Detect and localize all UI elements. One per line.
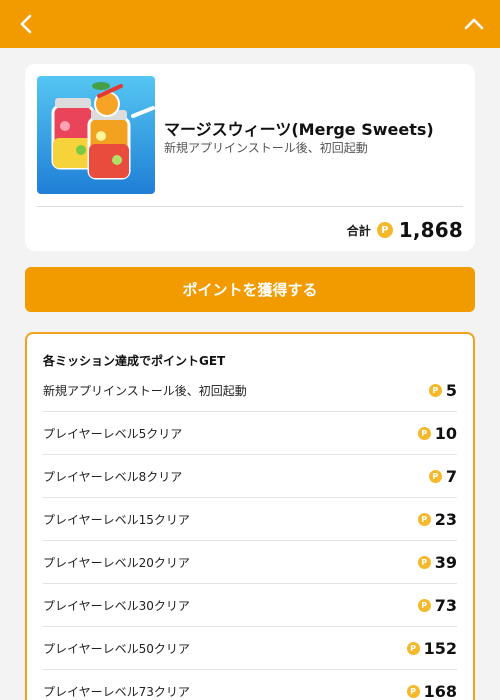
mission-points: 168 — [423, 682, 457, 700]
mission-points: 5 — [445, 380, 457, 400]
mission-label: プレイヤーレベル8クリア — [43, 469, 183, 484]
mission-item: プレイヤーレベル15クリア P 23 — [43, 498, 457, 541]
point-coin-icon: P — [417, 555, 431, 569]
app-title: マージスウィーツ(Merge Sweets) — [164, 120, 434, 139]
total-points-value: 1,868 — [398, 218, 463, 242]
mission-points: 23 — [434, 509, 457, 529]
mission-item: 新規アプリインストール後、初回起動 P5 — [43, 369, 457, 412]
back-button[interactable] — [12, 10, 40, 38]
mission-item: プレイヤーレベル5クリア P 10 — [43, 412, 457, 455]
mission-heading: 各ミッション達成でポイントGET — [43, 354, 226, 368]
total-label: 合計 — [346, 223, 371, 238]
total-points-row: 合計 P 1,868 — [347, 215, 463, 245]
mission-label: プレイヤーレベル5クリア — [43, 426, 183, 441]
chevron-left-icon — [20, 14, 32, 34]
mission-list-panel: 各ミッション達成でポイントGET 新規アプリインストール後、初回起動 P5 プレ… — [25, 332, 475, 700]
mission-label: プレイヤーレベル30クリア — [43, 598, 190, 613]
mission-item: プレイヤーレベル8クリア P7 — [43, 455, 457, 498]
divider — [37, 206, 463, 207]
point-coin-icon: P — [428, 469, 442, 483]
mission-label: プレイヤーレベル20クリア — [43, 555, 190, 570]
mission-item: プレイヤーレベル50クリア P 152 — [43, 627, 457, 670]
collapse-button[interactable] — [460, 10, 488, 38]
app-icon[interactable] — [37, 76, 155, 194]
mission-points: 152 — [423, 638, 457, 658]
chevron-up-icon — [464, 18, 484, 30]
point-coin-icon: P — [406, 685, 420, 698]
top-bar — [0, 0, 500, 48]
mission-list: 新規アプリインストール後、初回起動 P5 プレイヤーレベル5クリア P 10 プレ… — [43, 369, 457, 700]
get-points-button[interactable]: ポイントを獲得する — [25, 267, 475, 312]
app-card: マージスウィーツ(Merge Sweets) 新規アプリインストール後、初回起動… — [25, 64, 475, 251]
mission-points: 73 — [434, 595, 457, 615]
mission-item: プレイヤーレベル20クリア P 39 — [43, 541, 457, 584]
point-coin-icon: P — [406, 641, 420, 655]
mission-label: プレイヤーレベル15クリア — [43, 512, 190, 527]
point-coin-icon: P — [417, 598, 431, 612]
mission-label: プレイヤーレベル73クリア — [43, 685, 190, 699]
mission-item: プレイヤーレベル30クリア P 73 — [43, 584, 457, 627]
point-coin-icon: P — [376, 222, 393, 238]
mission-item: プレイヤーレベル73クリア P 168 — [43, 670, 457, 700]
app-condition: 新規アプリインストール後、初回起動 — [164, 141, 368, 155]
mission-points: 7 — [445, 466, 457, 486]
point-coin-icon: P — [417, 426, 431, 440]
mission-label: プレイヤーレベル50クリア — [43, 641, 190, 656]
mission-points: 10 — [434, 423, 457, 443]
point-coin-icon: P — [428, 383, 442, 397]
mission-label: 新規アプリインストール後、初回起動 — [43, 383, 247, 398]
mission-points: 39 — [434, 552, 457, 572]
point-coin-icon: P — [417, 512, 431, 526]
